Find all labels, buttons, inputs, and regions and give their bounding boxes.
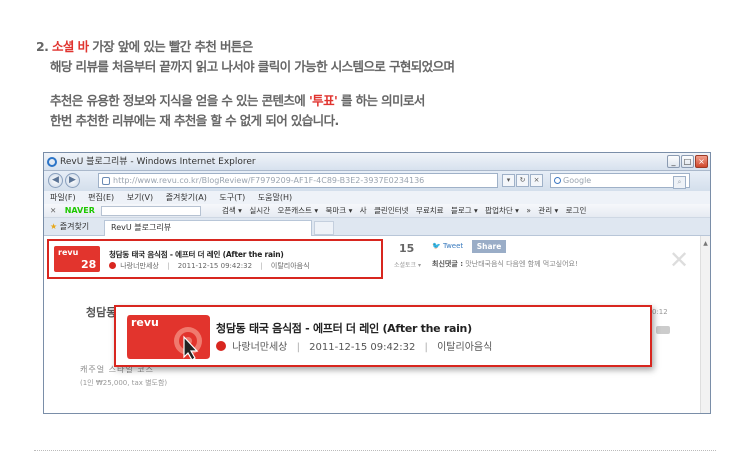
- page-icon: [102, 177, 110, 185]
- zoom-post-meta: 나랑너만세상 | 2011-12-15 09:42:32 | 이탈리아음식: [216, 338, 492, 353]
- menu-favorites[interactable]: 즐겨찾기(A): [166, 193, 207, 202]
- menu-bar: 파일(F) 편집(E) 보기(V) 즐겨찾기(A) 도구(T) 도움말(H): [44, 191, 710, 204]
- toolbar-search[interactable]: 검색 ▾: [222, 206, 242, 215]
- toolbar-search-input[interactable]: [101, 206, 202, 216]
- close-social-bar-icon[interactable]: ✕: [669, 246, 689, 274]
- toolbar-login[interactable]: 로그인: [566, 206, 587, 215]
- zoom-post-category[interactable]: 이탈리아음식: [437, 342, 492, 353]
- stop-button[interactable]: ×: [530, 174, 543, 187]
- toolbar-dictionary[interactable]: 사: [360, 206, 367, 215]
- instruction-line-3-pre: 추천은 유용한 정보와 지식을 얻을 수 있는 콘텐츠에: [50, 93, 306, 108]
- browser-window: RevU 블로그리뷰 - Windows Internet Explorer _…: [43, 152, 711, 414]
- recent-comment-text[interactable]: 맛난태국음식 다음엔 함께 먹고싶어요!: [465, 260, 578, 268]
- url-text: http://www.revu.co.kr/BlogReview/F797920…: [113, 176, 425, 185]
- social-bar-highlight: 소셜 바: [52, 39, 89, 54]
- toolbar-realtime[interactable]: 실시간: [249, 206, 270, 215]
- toolbar-popup-block[interactable]: 팝업차단 ▾: [485, 206, 519, 215]
- star-icon: ★: [50, 222, 58, 231]
- recommend-button[interactable]: revu 28: [53, 245, 101, 273]
- instruction-line-2: 해당 리뷰를 처음부터 끝까지 읽고 나서야 클릭이 가능한 시스템으로 구현되…: [50, 59, 455, 74]
- twitter-icon: 🐦: [432, 242, 441, 250]
- close-button[interactable]: ×: [695, 155, 708, 168]
- background-time: 0:12: [652, 308, 668, 316]
- scroll-up-icon[interactable]: ▲: [702, 240, 709, 248]
- vote-quote: '투표': [308, 93, 338, 108]
- tab-label: RevU 블로그리뷰: [111, 223, 172, 232]
- recommend-count: 28: [81, 258, 96, 271]
- toolbar-opencast[interactable]: 오픈캐스트 ▾: [277, 206, 318, 215]
- toolbar-close-icon[interactable]: ✕: [50, 206, 56, 215]
- social-talk-dropdown[interactable]: 소셜토크 ▾: [394, 260, 421, 269]
- post-meta: 나랑너만세상 | 2011-12-15 09:42:32 | 이탈리아음식: [109, 261, 310, 271]
- address-bar: ◀ ▶ http://www.revu.co.kr/BlogReview/F79…: [44, 171, 710, 191]
- toolbar-blog[interactable]: 블로그 ▾: [451, 206, 478, 215]
- zoom-post-title: 청담동 태국 음식점 - 에프터 더 레인 (After the rain): [216, 322, 472, 335]
- zoom-post-author[interactable]: 나랑너만세상: [232, 342, 287, 353]
- naver-logo: NAVER: [64, 206, 95, 215]
- zoom-post-date: 2011-12-15 09:42:32: [309, 342, 416, 353]
- recent-comment-label: 최신댓글 :: [432, 260, 463, 268]
- instruction-line-4: 한번 추천한 리뷰에는 재 추천을 할 수 없게 되어 있습니다.: [50, 113, 339, 128]
- maximize-button[interactable]: □: [681, 155, 694, 168]
- search-placeholder: Google: [563, 176, 592, 185]
- ie-icon: [47, 157, 57, 167]
- favorites-button[interactable]: ★ 즐겨찾기: [50, 218, 89, 236]
- menu-tools[interactable]: 도구(T): [219, 193, 245, 202]
- toolbar-bookmark[interactable]: 북마크 ▾: [325, 206, 352, 215]
- menu-help[interactable]: 도움말(H): [258, 193, 292, 202]
- menu-file[interactable]: 파일(F): [50, 193, 76, 202]
- social-bar: revu 28 청담동 태국 음식점 - 에프터 더 레인 (After the…: [47, 239, 383, 279]
- share-button[interactable]: Share: [472, 240, 506, 253]
- toolbar-manage[interactable]: 관리 ▾: [538, 206, 558, 215]
- bottom-divider: [34, 450, 716, 451]
- background-badge: [656, 326, 670, 334]
- toolbar-more[interactable]: »: [526, 206, 531, 215]
- step-number: 2.: [36, 39, 49, 54]
- instruction-line-1: 2. 소셜 바 가장 앞에 있는 빨간 추천 버튼은: [36, 36, 253, 55]
- new-tab-button[interactable]: [314, 221, 334, 235]
- search-input[interactable]: Google ⌕: [550, 173, 690, 189]
- post-date: 2011-12-15 09:42:32: [177, 262, 253, 270]
- favorites-label: 즐겨찾기: [59, 222, 90, 231]
- background-price: (1인 ₩25,000, tax 별도함): [80, 379, 168, 387]
- toolbar-free-cure[interactable]: 무료치료: [416, 206, 444, 215]
- title-bar: RevU 블로그리뷰 - Windows Internet Explorer _…: [44, 153, 710, 171]
- menu-view[interactable]: 보기(V): [127, 193, 153, 202]
- window-controls: _ □ ×: [667, 155, 708, 168]
- tweet-label: Tweet: [442, 242, 464, 250]
- tweet-button[interactable]: 🐦 Tweet: [432, 242, 463, 250]
- pin-icon-zoomed: [216, 341, 226, 351]
- address-dropdown-button[interactable]: ▾: [502, 174, 515, 187]
- revu-label-zoomed: revu: [131, 316, 159, 329]
- instruction-line-1-text: 가장 앞에 있는 빨간 추천 버튼은: [92, 39, 253, 54]
- vertical-scrollbar[interactable]: ▲: [700, 236, 710, 413]
- search-button[interactable]: ⌕: [673, 176, 686, 189]
- background-page-title: 청담동: [86, 306, 117, 319]
- naver-toolbar: ✕ NAVER 검색 ▾ 실시간 오픈캐스트 ▾ 북마크 ▾ 사 클린인터넷 무…: [44, 204, 710, 218]
- instruction-line-3-post: 를 하는 의미로서: [340, 93, 425, 108]
- post-title: 청담동 태국 음식점 - 에프터 더 레인 (After the rain): [109, 250, 284, 259]
- post-category[interactable]: 이탈리아음식: [271, 262, 310, 270]
- revu-label: revu: [58, 248, 79, 257]
- zoom-callout: revu 청담동 태국 음식점 - 에프터 더 레인 (After the ra…: [114, 305, 652, 367]
- url-input[interactable]: http://www.revu.co.kr/BlogReview/F797920…: [98, 173, 498, 188]
- forward-button[interactable]: ▶: [65, 173, 80, 188]
- recent-comment: 최신댓글 : 맛난태국음식 다음엔 함께 먹고싶어요!: [432, 259, 578, 269]
- menu-edit[interactable]: 편집(E): [88, 193, 114, 202]
- tab-bar: ★ 즐겨찾기 RevU 블로그리뷰: [44, 218, 710, 236]
- minimize-button[interactable]: _: [667, 155, 680, 168]
- search-icon: [554, 177, 561, 184]
- instruction-line-3: 추천은 유용한 정보와 지식을 얻을 수 있는 콘텐츠에 '투표' 를 하는 의…: [50, 90, 425, 109]
- post-author[interactable]: 나랑너만세상: [120, 262, 159, 270]
- toolbar-clean-internet[interactable]: 클린인터넷: [374, 206, 409, 215]
- tab-revu[interactable]: RevU 블로그리뷰: [104, 220, 312, 236]
- pin-icon: [109, 262, 116, 269]
- back-button[interactable]: ◀: [48, 173, 63, 188]
- comment-count: 15: [399, 242, 415, 255]
- recommend-button-zoomed[interactable]: revu: [126, 313, 212, 361]
- window-title: RevU 블로그리뷰 - Windows Internet Explorer: [60, 157, 256, 167]
- refresh-button[interactable]: ↻: [516, 174, 529, 187]
- toolbar-items: 검색 ▾ 실시간 오픈캐스트 ▾ 북마크 ▾ 사 클린인터넷 무료치료 블로그 …: [222, 204, 591, 218]
